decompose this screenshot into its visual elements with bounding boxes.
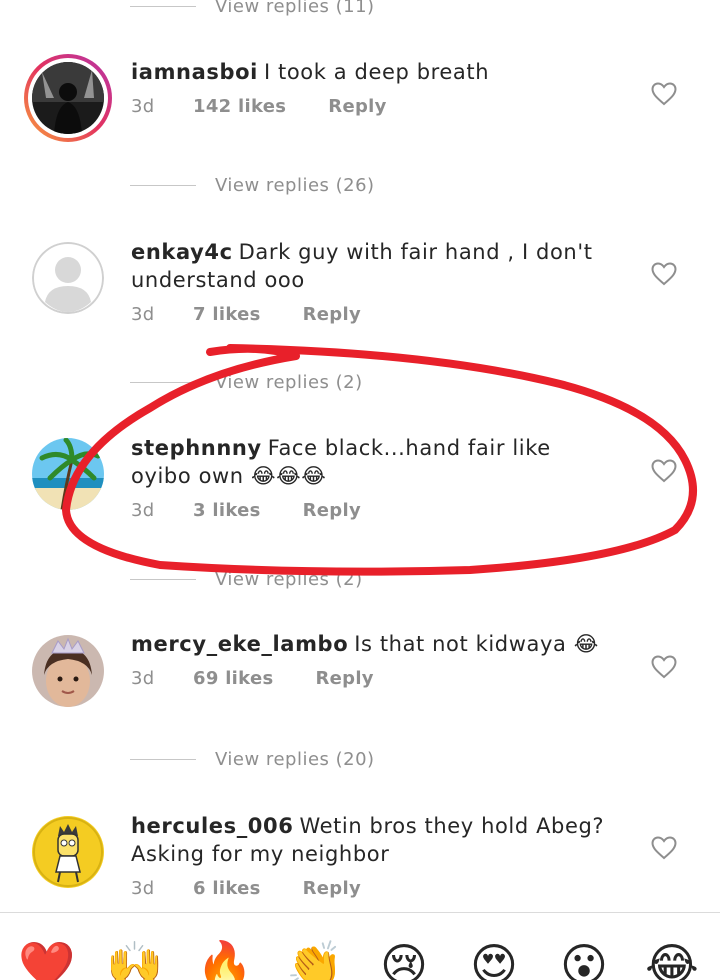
view-replies-label: View replies (11) [215,0,375,17]
avatar[interactable] [24,54,112,142]
reply-button[interactable]: Reply [303,878,361,899]
clapping-hands-emoji-icon[interactable]: 👏 [286,937,343,980]
avatar[interactable] [32,816,104,888]
comment-time: 3d [131,500,155,521]
view-replies-label: View replies (26) [215,174,375,196]
view-replies-link[interactable]: View replies (11) [130,0,375,18]
like-heart-icon[interactable] [651,459,677,483]
view-replies-link[interactable]: View replies (2) [130,370,363,394]
comment-username[interactable]: iamnasboi [131,60,258,84]
comment-time: 3d [131,878,155,899]
view-replies-link[interactable]: View replies (2) [130,567,363,591]
crying-face-emoji-icon[interactable]: 😢 [376,937,432,980]
comment-username[interactable]: enkay4c [131,240,233,264]
raised-hands-emoji-icon[interactable]: 🙌 [106,937,163,980]
comment-text: iamnasboi I took a deep breath [131,58,611,86]
comment-time: 3d [131,304,155,325]
view-replies-label: View replies (20) [215,748,375,770]
avatar[interactable] [32,438,104,510]
reply-button[interactable]: Reply [315,668,373,689]
like-heart-icon[interactable] [651,262,677,286]
divider-line [130,184,196,186]
surprised-face-emoji-icon[interactable]: 😮 [556,937,612,980]
like-heart-icon[interactable] [651,82,677,106]
view-replies-label: View replies (2) [215,568,363,590]
comment-text: mercy_eke_lambo Is that not kidwaya 😂 [131,630,611,658]
comment-likes[interactable]: 69 likes [193,668,273,689]
view-replies-link[interactable]: View replies (26) [130,173,375,197]
comment-username[interactable]: mercy_eke_lambo [131,632,348,656]
reply-button[interactable]: Reply [303,500,361,521]
fire-emoji-icon[interactable]: 🔥 [196,937,253,980]
view-replies-label: View replies (2) [215,371,363,393]
comment-username[interactable]: hercules_006 [131,814,293,838]
like-heart-icon[interactable] [651,655,677,679]
avatar[interactable] [32,242,104,314]
comment-username[interactable]: stephnnny [131,436,262,460]
reply-button[interactable]: Reply [328,96,386,117]
view-replies-link[interactable]: View replies (20) [130,747,375,771]
divider-line [130,758,196,760]
emoji-reaction-bar: ❤️ 🙌 🔥 👏 😢 😍 😮 😂 [0,912,720,980]
comment-time: 3d [131,668,155,689]
divider-line [130,578,196,580]
divider-line [130,5,196,7]
comment-time: 3d [131,96,155,117]
comment-text: hercules_006 Wetin bros they hold Abeg? A… [131,812,611,868]
avatar[interactable] [32,635,104,707]
like-heart-icon[interactable] [651,836,677,860]
comment-likes[interactable]: 3 likes [193,500,261,521]
comment-likes[interactable]: 7 likes [193,304,261,325]
divider-line [130,381,196,383]
comment-body: Is that not kidwaya 😂 [354,632,599,656]
comment-likes[interactable]: 6 likes [193,878,261,899]
heart-eyes-emoji-icon[interactable]: 😍 [466,937,522,980]
reply-button[interactable]: Reply [303,304,361,325]
red-heart-emoji-icon[interactable]: ❤️ [18,937,75,980]
comment-body: I took a deep breath [263,60,490,84]
comment-likes[interactable]: 142 likes [193,96,286,117]
comment-text: enkay4c Dark guy with fair hand , I don't… [131,238,611,294]
comment-text: stephnnny Face black...hand fair like oyi… [131,434,611,490]
tears-of-joy-emoji-icon[interactable]: 😂 [644,937,700,980]
